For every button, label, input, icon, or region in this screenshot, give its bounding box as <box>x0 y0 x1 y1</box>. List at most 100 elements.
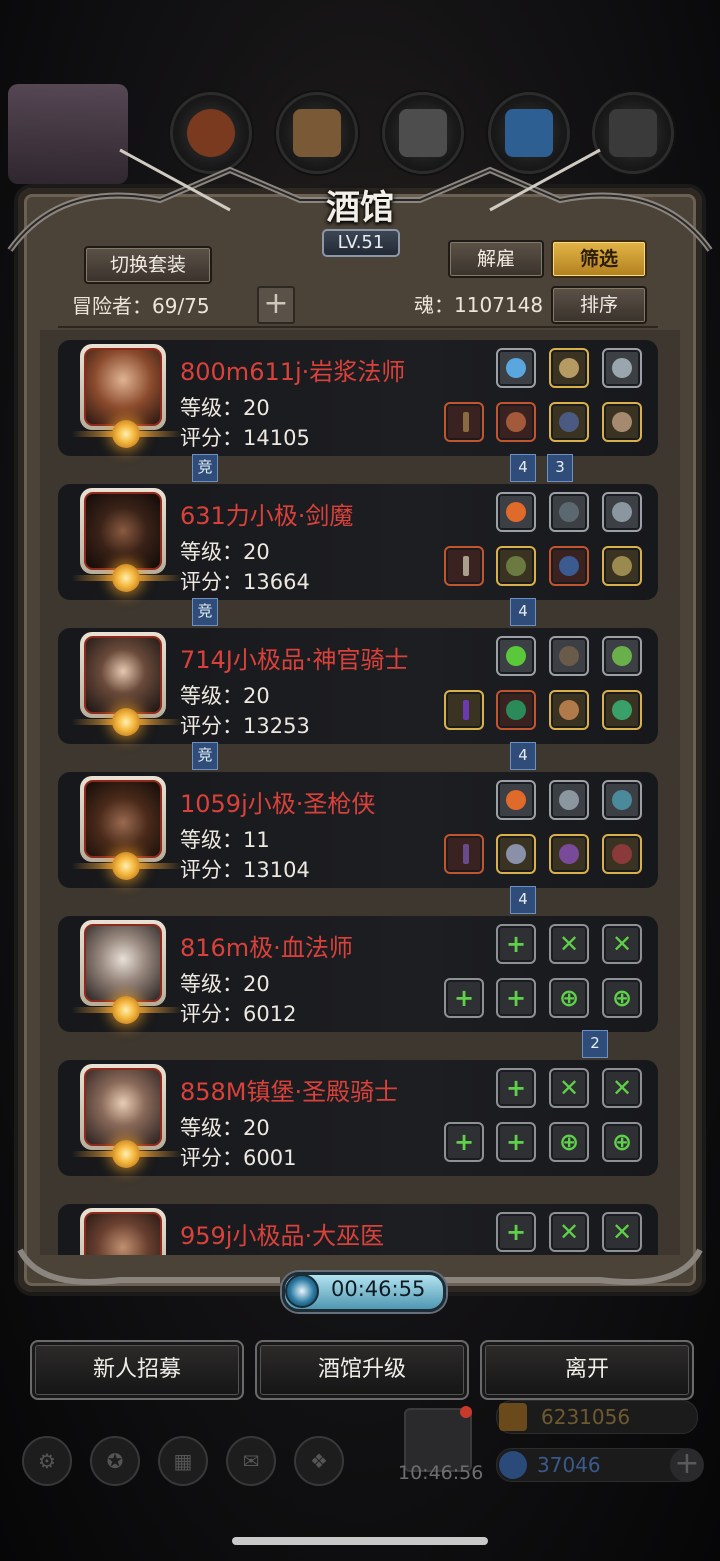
empty-accessory-slot-icon[interactable]: ⊕ <box>549 978 589 1018</box>
wand-weapon-icon[interactable] <box>444 690 484 730</box>
set-count-tag: 4 <box>510 886 536 914</box>
hero-card[interactable]: 816m极·血法师 等级：20 评分：6012 + ✕ ✕ + + ⊕ ⊕ <box>58 916 658 1032</box>
panel-title: 酒馆 <box>326 188 394 228</box>
ring-icon[interactable] <box>549 690 589 730</box>
hero-name: 959j小极品·大巫医 <box>180 1222 385 1250</box>
clock-icon <box>285 1274 319 1308</box>
compete-tag: 竞 <box>192 598 218 626</box>
hero-portrait[interactable] <box>80 344 166 430</box>
hero-level: 等级：20 <box>180 396 270 420</box>
hero-score: 评分：13664 <box>180 570 310 594</box>
hero-card[interactable]: 631力小极·剑魔 等级：20 评分：13664 <box>58 484 658 600</box>
empty-rune-slot-icon[interactable]: ✕ <box>549 924 589 964</box>
timer-text: 00:46:55 <box>331 1277 426 1301</box>
empty-accessory-slot-icon[interactable]: ⊕ <box>549 1122 589 1162</box>
amulet-icon[interactable] <box>549 834 589 874</box>
empty-weapon-slot-icon[interactable]: + <box>444 1122 484 1162</box>
staff-weapon-icon[interactable] <box>444 402 484 442</box>
recruit-button[interactable]: 新人招募 <box>30 1340 244 1400</box>
home-indicator[interactable] <box>232 1537 488 1545</box>
compass-icon[interactable] <box>549 348 589 388</box>
set-count-tag: 4 <box>510 598 536 626</box>
switch-outfit-button[interactable]: 切换套装 <box>84 246 212 284</box>
armor-icon[interactable] <box>496 546 536 586</box>
empty-accessory-slot-icon[interactable]: ⊕ <box>602 978 642 1018</box>
empty-rune-slot-icon[interactable]: ✕ <box>602 1212 642 1252</box>
hero-portrait[interactable] <box>80 1208 166 1255</box>
map-icon[interactable]: ▦ <box>158 1436 208 1486</box>
hero-portrait[interactable] <box>80 776 166 862</box>
rune-icon[interactable] <box>549 780 589 820</box>
sun-rank-icon <box>112 564 140 592</box>
stone-icon[interactable] <box>549 492 589 532</box>
empty-gem-slot-icon[interactable]: + <box>496 1068 536 1108</box>
aqua-stone-icon[interactable] <box>602 780 642 820</box>
upgrade-tavern-button[interactable]: 酒馆升级 <box>255 1340 469 1400</box>
empty-accessory-slot-icon[interactable]: ⊕ <box>602 1122 642 1162</box>
hero-score: 评分：14105 <box>180 426 310 450</box>
hero-list[interactable]: 800m611j·岩浆法师 等级：20 评分：14105 竞 4 3 631力小… <box>40 330 680 1255</box>
orb-gem-icon[interactable] <box>496 348 536 388</box>
empty-weapon-slot-icon[interactable]: + <box>444 978 484 1018</box>
quest-icon[interactable]: ❖ <box>294 1436 344 1486</box>
hero-name: 631力小极·剑魔 <box>180 502 354 530</box>
crystal-shard-icon[interactable] <box>602 348 642 388</box>
robe-icon[interactable] <box>496 690 536 730</box>
hero-portrait[interactable] <box>80 1064 166 1150</box>
compete-tag: 竞 <box>192 454 218 482</box>
armor-icon[interactable] <box>496 402 536 442</box>
add-slot-button[interactable]: + <box>257 286 295 324</box>
sword-weapon-icon[interactable] <box>444 546 484 586</box>
fire-gem-icon[interactable] <box>496 492 536 532</box>
leaf-icon[interactable] <box>602 690 642 730</box>
hero-score: 评分：6012 <box>180 1002 297 1026</box>
empty-armor-slot-icon[interactable]: + <box>496 1122 536 1162</box>
empty-gem-slot-icon[interactable]: + <box>496 924 536 964</box>
add-gems-button[interactable]: + <box>670 1448 704 1482</box>
hero-card[interactable]: 1059j小极·圣枪侠 等级：11 评分：13104 <box>58 772 658 888</box>
gauntlet-icon[interactable] <box>549 546 589 586</box>
fire-gem-icon[interactable] <box>496 780 536 820</box>
green-crystal-icon[interactable] <box>496 636 536 676</box>
lantern-icon[interactable] <box>602 636 642 676</box>
claw-icon[interactable] <box>549 636 589 676</box>
set-count-tag: 2 <box>582 1030 608 1058</box>
empty-armor-slot-icon[interactable]: + <box>496 978 536 1018</box>
hero-level: 等级：20 <box>180 972 270 996</box>
empty-rune-slot-icon[interactable]: ✕ <box>549 1068 589 1108</box>
settings-icon[interactable]: ⚙ <box>22 1436 72 1486</box>
soul-counter: 魂：1107148 <box>414 293 544 317</box>
gloves-icon[interactable] <box>549 402 589 442</box>
gold-icon <box>499 1403 527 1431</box>
sort-button[interactable]: 排序 <box>551 286 647 324</box>
hero-card[interactable]: 800m611j·岩浆法师 等级：20 评分：14105 <box>58 340 658 456</box>
sun-rank-icon <box>112 708 140 736</box>
dismiss-button[interactable]: 解雇 <box>448 240 544 278</box>
set-count-tag: 4 <box>510 742 536 770</box>
gem-amount: 37046 <box>537 1453 601 1477</box>
achievement-icon[interactable]: ✪ <box>90 1436 140 1486</box>
plate-armor-icon[interactable] <box>496 834 536 874</box>
hero-name: 816m极·血法师 <box>180 934 353 962</box>
hero-card[interactable]: 959j小极品·大巫医 + ✕ ✕ <box>58 1204 658 1255</box>
empty-rune-slot-icon[interactable]: ✕ <box>602 1068 642 1108</box>
hero-portrait[interactable] <box>80 488 166 574</box>
hero-card[interactable]: 714J小极品·神官骑士 等级：20 评分：13253 <box>58 628 658 744</box>
hero-portrait[interactable] <box>80 920 166 1006</box>
empty-gem-slot-icon[interactable]: + <box>496 1212 536 1252</box>
leave-button[interactable]: 离开 <box>480 1340 694 1400</box>
empty-rune-slot-icon[interactable]: ✕ <box>549 1212 589 1252</box>
heart-charm-icon[interactable] <box>602 834 642 874</box>
lance-weapon-icon[interactable] <box>444 834 484 874</box>
adventurer-count: 冒险者：69/75 <box>72 294 210 318</box>
helmet-icon[interactable] <box>602 402 642 442</box>
header-divider <box>58 326 658 328</box>
hero-level: 等级：11 <box>180 828 270 852</box>
empty-rune-slot-icon[interactable]: ✕ <box>602 924 642 964</box>
hero-card[interactable]: 858M镇堡·圣殿骑士 等级：20 评分：6001 + ✕ ✕ + + ⊕ ⊕ <box>58 1060 658 1176</box>
mail-icon[interactable]: ✉ <box>226 1436 276 1486</box>
hero-portrait[interactable] <box>80 632 166 718</box>
filter-button[interactable]: 筛选 <box>551 240 647 278</box>
rune-icon[interactable] <box>602 492 642 532</box>
shield-icon[interactable] <box>602 546 642 586</box>
